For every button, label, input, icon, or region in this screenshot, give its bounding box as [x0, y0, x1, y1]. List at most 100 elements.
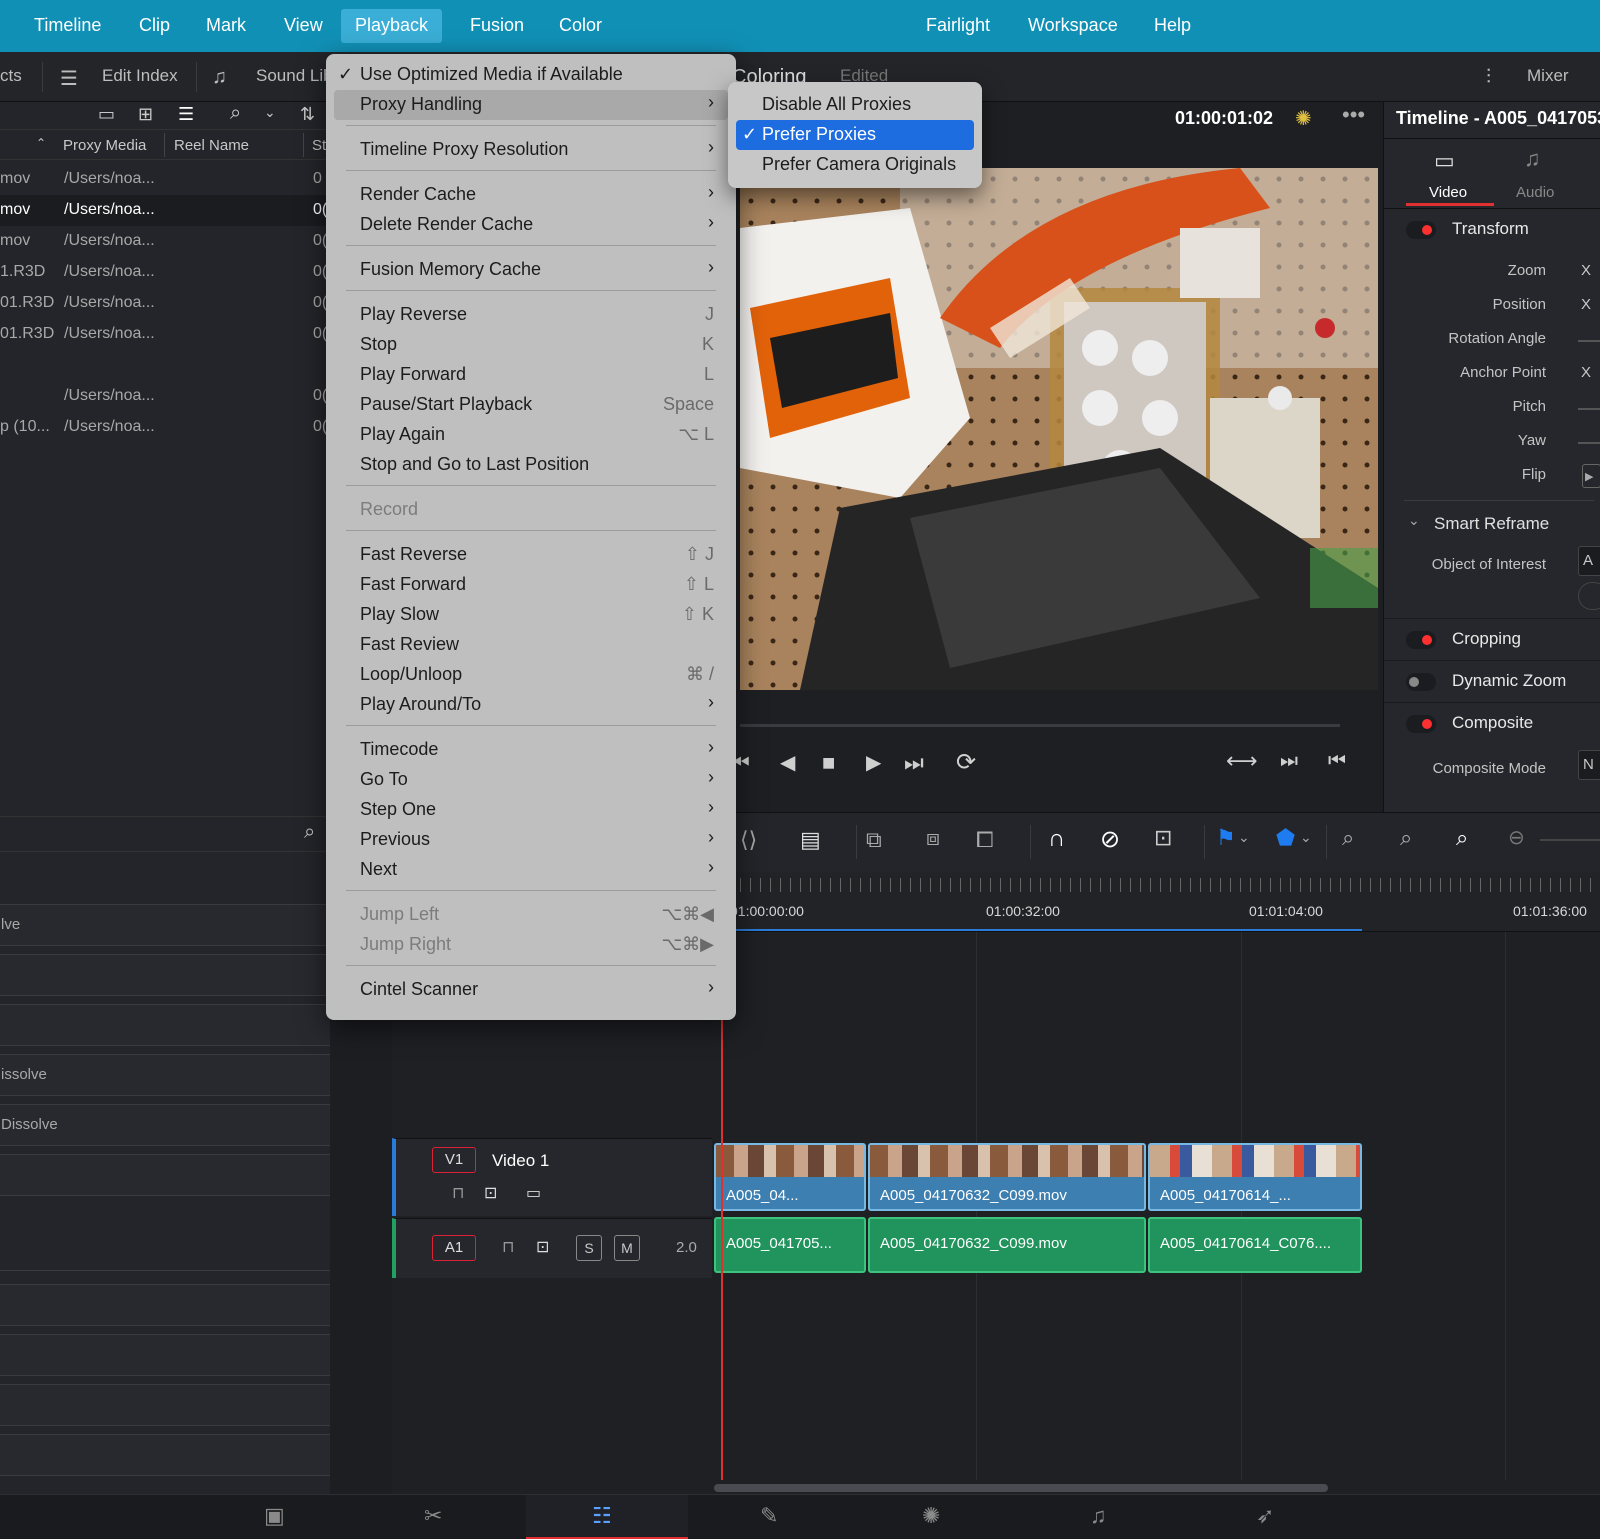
menu-item-fast-review[interactable]: Fast Review: [326, 630, 736, 660]
list-item[interactable]: mov/Users/noa... 0(: [0, 226, 330, 257]
submenu-item-prefer-proxies[interactable]: ✓ Prefer Proxies: [736, 120, 974, 150]
lock-icon[interactable]: ⊓: [502, 1237, 514, 1257]
reframe-button[interactable]: [1578, 582, 1600, 610]
zoom-slider[interactable]: [1540, 839, 1600, 841]
dynamic-zoom-section[interactable]: Dynamic Zoom: [1384, 660, 1600, 702]
menu-item-stop-and-go-to-last-position[interactable]: Stop and Go to Last Position: [326, 450, 736, 480]
replace-clip-icon[interactable]: ⧠: [976, 827, 994, 853]
audio-clip[interactable]: A005_04170614_C076....: [1148, 1217, 1362, 1273]
stop-icon[interactable]: ■: [822, 750, 835, 776]
menu-help[interactable]: Help: [1140, 0, 1205, 52]
lock-icon[interactable]: ⊓: [452, 1183, 464, 1203]
list-item[interactable]: /Users/noa... 0(: [0, 381, 330, 412]
flip-horizontal-button[interactable]: ▶: [1582, 464, 1600, 488]
effects-list-item[interactable]: [0, 1004, 330, 1046]
effects-list-item[interactable]: [0, 1384, 330, 1426]
scrubber-bar[interactable]: [740, 724, 1340, 727]
mixer-tab[interactable]: Mixer: [1527, 66, 1569, 86]
marker-icon[interactable]: ⬟: [1276, 825, 1295, 851]
menu-item-play-around-to[interactable]: Play Around/To ›: [326, 690, 736, 720]
menu-item-pause-start-playback[interactable]: Pause/Start Playback Space: [326, 390, 736, 420]
menu-fairlight[interactable]: Fairlight: [912, 0, 1004, 52]
previous-edit-icon[interactable]: ⏮: [1328, 750, 1346, 773]
video-clip[interactable]: A005_04170632_C099.mov: [868, 1143, 1146, 1211]
list-view-icon[interactable]: ☰: [178, 104, 194, 125]
submenu-item-prefer-camera-originals[interactable]: Prefer Camera Originals: [736, 150, 974, 180]
menu-item-delete-render-cache[interactable]: Delete Render Cache ›: [326, 210, 736, 240]
effects-list-item[interactable]: Dissolve: [0, 1104, 330, 1146]
cropping-section[interactable]: Cropping: [1384, 618, 1600, 660]
zoom-x-value[interactable]: X: [1581, 262, 1591, 279]
yaw-slider[interactable]: [1578, 442, 1600, 444]
play-icon[interactable]: ▶: [866, 750, 881, 775]
deliver-page-icon[interactable]: ➶: [1256, 1503, 1274, 1529]
track-id-badge[interactable]: A1: [432, 1235, 476, 1261]
custom-zoom-icon[interactable]: ⌕: [1456, 825, 1468, 851]
col-proxy-media[interactable]: Proxy Media: [63, 137, 146, 154]
menu-workspace[interactable]: Workspace: [1014, 0, 1132, 52]
fusion-page-icon[interactable]: ✎: [760, 1503, 778, 1529]
edit-page-icon[interactable]: ☷: [592, 1503, 612, 1529]
menu-item-loop-unloop[interactable]: Loop/Unloop ⌘ /: [326, 660, 736, 690]
object-of-interest-select[interactable]: A: [1578, 546, 1600, 576]
zoom-out-icon[interactable]: ⊖: [1508, 825, 1525, 850]
menu-item-play-reverse[interactable]: Play Reverse J: [326, 300, 736, 330]
menu-item-go-to[interactable]: Go To ›: [326, 765, 736, 795]
effects-list-item[interactable]: [0, 1334, 330, 1376]
loop-icon[interactable]: ⟳: [956, 748, 976, 777]
list-item[interactable]: 1.R3D/Users/noa... 0(: [0, 257, 330, 288]
effects-list-item[interactable]: [0, 954, 330, 996]
tab-audio[interactable]: Audio: [1516, 184, 1554, 201]
thumbnail-view-icon[interactable]: ⊞: [138, 104, 153, 125]
play-reverse-icon[interactable]: ◀: [780, 750, 795, 775]
menu-item-fast-reverse[interactable]: Fast Reverse ⇧ J: [326, 540, 736, 570]
audio-clip[interactable]: A005_04170632_C099.mov: [868, 1217, 1146, 1273]
menu-item-next[interactable]: Next ›: [326, 855, 736, 885]
list-item[interactable]: mov/Users/noa... 0(: [0, 195, 330, 226]
insert-clip-icon[interactable]: ⧉: [866, 827, 882, 853]
disable-track-icon[interactable]: ▭: [526, 1183, 541, 1203]
menu-view[interactable]: View: [270, 0, 337, 52]
composite-section[interactable]: Composite: [1384, 702, 1600, 744]
menu-mark[interactable]: Mark: [192, 0, 260, 52]
rotation-slider[interactable]: [1578, 340, 1600, 342]
effects-list-item[interactable]: [0, 1154, 330, 1196]
color-sparkle-icon[interactable]: ✺: [1295, 106, 1312, 131]
sound-library-tab[interactable]: Sound Lib: [256, 66, 333, 86]
effects-list-item[interactable]: issolve: [0, 1054, 330, 1096]
menu-item-cintel-scanner[interactable]: Cintel Scanner ›: [326, 975, 736, 1005]
menu-item-render-cache[interactable]: Render Cache ›: [326, 180, 736, 210]
effects-list-item[interactable]: [0, 1434, 330, 1476]
menu-item-timeline-proxy-resolution[interactable]: Timeline Proxy Resolution ›: [326, 135, 736, 165]
chevron-down-icon[interactable]: ⌄: [264, 104, 276, 121]
smart-reframe-header[interactable]: Smart Reframe: [1434, 514, 1549, 534]
edit-index-tab[interactable]: Edit Index: [102, 66, 178, 86]
linked-selection-icon[interactable]: ⊘: [1100, 825, 1120, 854]
chevron-down-icon[interactable]: ⌄: [1300, 829, 1312, 846]
menu-item-play-again[interactable]: Play Again ⌥ L: [326, 420, 736, 450]
effects-list-item[interactable]: [0, 1284, 330, 1326]
snapping-icon[interactable]: ∩: [1048, 825, 1065, 853]
effects-list-item[interactable]: lve: [0, 904, 330, 946]
menu-clip[interactable]: Clip: [125, 0, 184, 52]
menu-playback[interactable]: Playback: [341, 9, 443, 43]
menu-item-timecode[interactable]: Timecode ›: [326, 735, 736, 765]
auto-select-icon[interactable]: ⊡: [484, 1183, 497, 1203]
video-tab-icon[interactable]: ▭: [1434, 148, 1455, 174]
menu-item-stop[interactable]: Stop K: [326, 330, 736, 360]
position-x-value[interactable]: X: [1581, 296, 1591, 313]
flag-icon[interactable]: ⚑: [1216, 825, 1236, 851]
next-edit-icon[interactable]: ⏭: [1280, 750, 1298, 773]
menu-item-previous[interactable]: Previous ›: [326, 825, 736, 855]
match-frame-icon[interactable]: ⟷: [1226, 748, 1258, 774]
audio-clip[interactable]: A005_041705...: [714, 1217, 866, 1273]
fairlight-page-icon[interactable]: ♫: [1090, 1503, 1107, 1529]
list-item[interactable]: p (10.../Users/noa... 0(: [0, 412, 330, 443]
transform-section[interactable]: Transform: [1384, 208, 1600, 250]
more-options-icon[interactable]: •••: [1342, 102, 1365, 128]
media-page-icon[interactable]: ▣: [264, 1503, 285, 1529]
menu-item-fast-forward[interactable]: Fast Forward ⇧ L: [326, 570, 736, 600]
list-item[interactable]: 01.R3D/Users/noa... 0(: [0, 288, 330, 319]
video-clip[interactable]: A005_04170614_...: [1148, 1143, 1362, 1211]
menu-timeline[interactable]: Timeline: [20, 0, 115, 52]
